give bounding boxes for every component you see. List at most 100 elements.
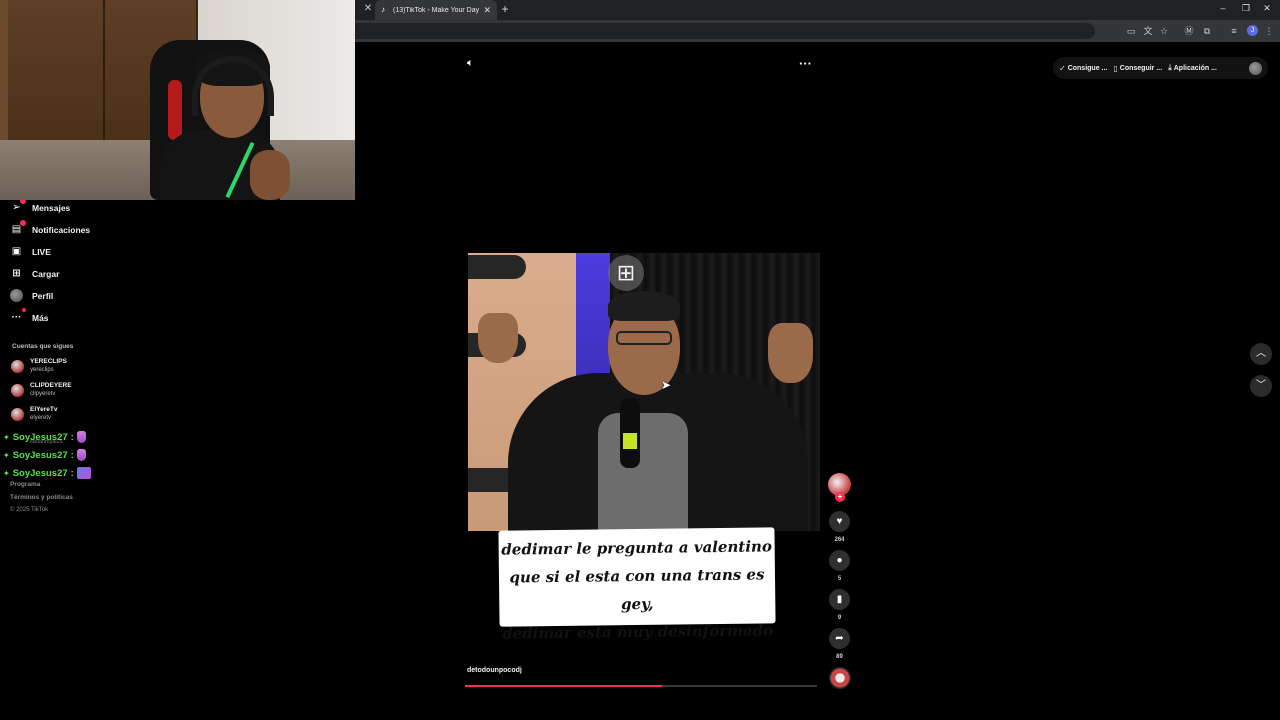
chat-separator: : — [70, 431, 74, 443]
new-tab-button[interactable]: + — [498, 2, 512, 16]
share-arrow-icon: ➦ — [835, 633, 844, 644]
tiktok-header-actions: ✓ Consigue ... ▯ Conseguir ... ⤓ Aplicación… — [1053, 57, 1268, 79]
video-author-handle[interactable]: detodounpocodj — [467, 667, 522, 674]
comment-count: 5 — [837, 576, 842, 582]
chevron-up-icon: ︿ — [1256, 348, 1266, 359]
video-progress-fill — [465, 685, 663, 687]
caption-line: dedimar esta muy desinformado — [502, 621, 774, 643]
cast-icon[interactable]: ▭ — [1125, 25, 1137, 37]
share-count: 89 — [836, 654, 843, 660]
live-icon: ▣ — [11, 246, 22, 257]
account-name: CLIPDEYERE — [30, 382, 72, 389]
bookmark-star-icon[interactable]: ☆ — [1158, 25, 1170, 37]
desktop-app-label: Aplicación ... — [1173, 64, 1217, 72]
close-tab-icon[interactable]: ✕ — [483, 5, 491, 16]
following-account[interactable]: YERECLIPS yereclips — [11, 358, 67, 374]
desktop-app-button[interactable]: ⤓ Aplicación ... — [1168, 63, 1217, 73]
sidebar-item-label: Mensajes — [32, 202, 71, 213]
restore-button[interactable]: ❐ — [1239, 3, 1253, 14]
get-app-button[interactable]: ▯ Conseguir ... — [1113, 64, 1162, 73]
avatar — [11, 407, 24, 421]
avatar — [10, 289, 23, 302]
sidebar-item-label: Más — [32, 312, 49, 323]
chat-badge-icon: ✦ — [3, 450, 10, 460]
account-username: clipyeretv — [30, 391, 56, 397]
share-button[interactable]: ➦ — [829, 628, 850, 649]
chat-badge-icon: ✦ — [3, 468, 10, 478]
minimize-button[interactable]: – — [1216, 3, 1230, 13]
volume-icon[interactable]: 🔈︎ — [467, 57, 474, 70]
account-name: ElYereTv — [30, 406, 58, 413]
paper-plane-icon: ➢ — [10, 198, 26, 214]
profile-avatar[interactable]: J — [1247, 25, 1258, 36]
video-speaker-hand — [768, 323, 813, 383]
translate-icon[interactable]: 文 — [1142, 25, 1154, 37]
sound-disc-icon[interactable] — [829, 667, 851, 689]
avatar — [11, 359, 24, 373]
check-circle-icon: ✓ — [1059, 63, 1066, 73]
grid-icon[interactable]: ⊞ — [608, 255, 644, 291]
get-coins-button[interactable]: ✓ Consigue ... — [1059, 64, 1107, 73]
sidebar-item-upload[interactable]: ⊞ Cargar — [10, 267, 59, 280]
video-speaker-hair — [608, 291, 680, 321]
sidebar-item-live[interactable]: ▣ LIVE — [10, 245, 51, 258]
browser-menu-icon[interactable]: ⋮ — [1263, 25, 1275, 37]
like-button[interactable]: ♥ — [829, 511, 850, 532]
tab-search-icon[interactable]: ≡ — [1228, 25, 1240, 37]
upload-plus-icon: ⊞ — [12, 268, 21, 279]
tab-title: (13)TikTok - Make Your Day — [393, 6, 480, 14]
footer-link-terms[interactable]: Términos y políticas — [10, 494, 73, 501]
address-bar[interactable] — [355, 23, 1095, 39]
avatar — [11, 383, 24, 397]
download-icon: ⤓ — [1168, 63, 1172, 72]
chat-separator: : — [70, 467, 74, 479]
extension-m-icon[interactable]: Ⓜ — [1183, 25, 1195, 37]
account-username: elyeretv — [30, 415, 52, 421]
chevron-down-icon: ﹀ — [1256, 380, 1266, 391]
more-dots-icon: ··· — [10, 308, 26, 324]
account-name: YERECLIPS — [30, 358, 67, 365]
save-count: 9 — [837, 615, 842, 621]
video-caption: dedimar le pregunta a valentino que si e… — [498, 527, 776, 643]
chat-message: ✦ SoyJesus27: — [3, 431, 86, 443]
chat-emote-icon — [76, 431, 86, 443]
previous-video-button[interactable]: ︿ — [1250, 343, 1272, 365]
chat-badge-icon: ✦ — [3, 432, 10, 442]
video-player[interactable]: ⊞ — [468, 253, 820, 531]
more-options-icon[interactable]: ··· — [799, 56, 812, 71]
webcam-overlay — [0, 0, 355, 200]
caption-line: que si el esta con una trans es gey, — [509, 565, 765, 614]
video-progress-bar[interactable] — [465, 685, 817, 687]
close-tab-icon[interactable]: ✕ — [361, 3, 375, 14]
chat-message: ✦ SoyJesus27: — [3, 449, 86, 461]
account-username: yereclips — [30, 367, 54, 373]
following-account[interactable]: ElYereTv elyeretv — [11, 406, 57, 422]
following-account[interactable]: CLIPDEYERE clipyeretv — [11, 382, 72, 398]
footer-link-program[interactable]: Programa — [10, 481, 40, 488]
inbox-icon: ▤ — [10, 220, 26, 236]
webcam-streamer-arm — [250, 150, 290, 200]
sidebar-item-profile[interactable]: Perfil — [10, 289, 53, 302]
mouse-cursor-icon: ➤ — [661, 378, 672, 392]
close-window-button[interactable]: ✕ — [1260, 3, 1274, 14]
tab-tiktok[interactable]: ♪ (13)TikTok - Make Your Day ✕ — [375, 0, 497, 20]
extensions-puzzle-icon[interactable]: ⧉ — [1201, 25, 1213, 37]
browser-tab-strip: ✕ ♪ (13)TikTok - Make Your Day ✕ + – ❐ ✕ — [355, 0, 1280, 20]
user-avatar[interactable] — [1249, 61, 1262, 75]
video-speaker-glasses — [616, 331, 672, 345]
phone-icon: ▯ — [1113, 63, 1118, 73]
follow-plus-icon[interactable]: + — [835, 492, 845, 502]
sidebar-item-label: LIVE — [32, 246, 51, 257]
like-count: 264 — [834, 537, 845, 543]
chat-emote-icon — [76, 449, 86, 461]
sidebar-item-more[interactable]: ··· Más — [10, 308, 49, 324]
sidebar-item-label: Notificaciones — [32, 224, 91, 235]
sidebar-item-notifications[interactable]: ▤ Notificaciones — [10, 220, 91, 236]
video-speaker-shirt — [598, 413, 688, 531]
next-video-button[interactable]: ﹀ — [1250, 375, 1272, 397]
sidebar-item-messages[interactable]: ➢ Mensajes — [10, 198, 71, 214]
get-app-label: Conseguir ... — [1119, 64, 1163, 72]
comment-button[interactable]: ● — [829, 550, 850, 571]
save-button[interactable]: ▮ — [829, 589, 850, 610]
chat-emote-icon — [76, 467, 91, 479]
